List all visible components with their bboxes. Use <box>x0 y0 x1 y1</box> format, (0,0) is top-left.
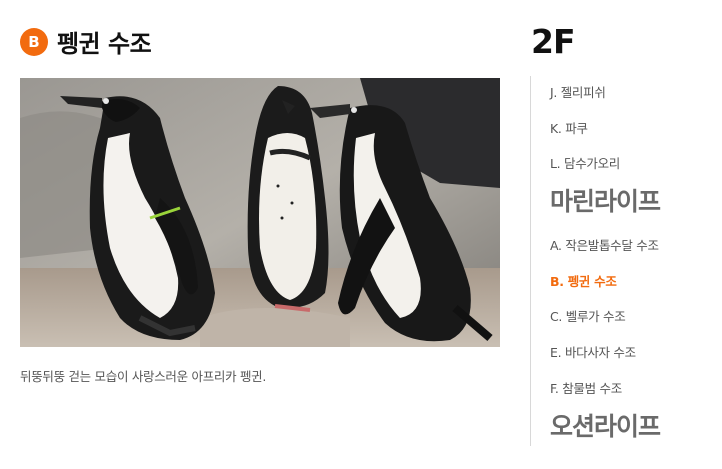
sidebar-item-jellyfish[interactable]: J. 젤리피쉬 <box>550 82 606 101</box>
sidebar-item-otter-tank[interactable]: A. 작은발톱수달 수조 <box>550 235 659 254</box>
sidebar-nav: J. 젤리피쉬 K. 파쿠 L. 담수가오리 마린라이프 A. 작은발톱수달 수… <box>530 76 700 446</box>
sidebar-item-penguin-tank[interactable]: B. 펭귄 수조 <box>550 271 617 290</box>
floor-label: 2F <box>531 22 576 61</box>
penguin-photo <box>20 78 500 347</box>
section-heading-ocean-life: 오션라이프 <box>550 412 661 441</box>
photo-caption: 뒤뚱뒤뚱 걷는 모습이 사랑스러운 아프리카 펭귄. <box>20 369 267 384</box>
sidebar-item-beluga-tank[interactable]: C. 벨루가 수조 <box>550 306 626 325</box>
section-heading-marine-life: 마린라이프 <box>550 187 661 216</box>
section-badge: B <box>20 27 48 56</box>
sidebar-item-seal-tank[interactable]: F. 참물범 수조 <box>550 378 622 397</box>
sidebar-item-sea-lion-tank[interactable]: E. 바다사자 수조 <box>550 342 636 361</box>
sidebar-item-pacu[interactable]: K. 파쿠 <box>550 118 588 137</box>
sidebar-item-freshwater-stingray[interactable]: L. 담수가오리 <box>550 153 620 172</box>
page-title: 펭귄 수조 <box>57 30 152 58</box>
page-header: B 펭귄 수조 <box>20 24 152 59</box>
